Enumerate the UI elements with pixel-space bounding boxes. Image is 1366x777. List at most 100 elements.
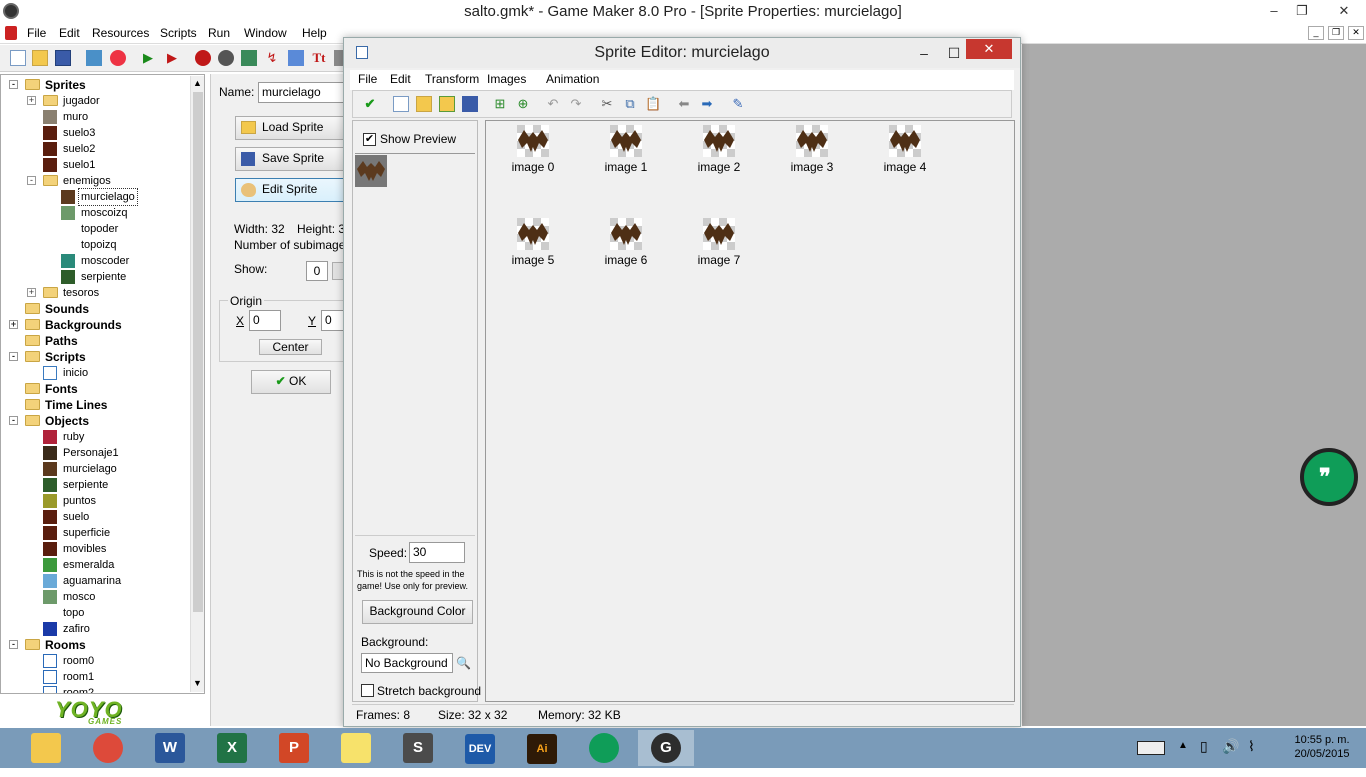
editor-maximize-icon[interactable]: ☐ [944,38,964,68]
editor-minimize-icon[interactable]: ‒ [914,38,934,68]
tree-item-serpiente[interactable]: serpiente [1,269,189,285]
collapse-icon[interactable]: - [9,352,18,361]
editor-menu-animation[interactable]: Animation [546,72,599,86]
tree-item-sprites[interactable]: - Sprites [1,77,189,93]
confirm-check-icon[interactable]: ✔ [362,96,378,112]
tree-item-suelo2[interactable]: suelo2 [1,141,189,157]
add-path-icon[interactable]: ↯ [264,50,280,66]
tree-item-tesoros[interactable]: + tesoros [1,285,189,301]
add-script-icon[interactable] [288,50,304,66]
cut-icon[interactable]: ✂ [599,96,615,112]
system-clock[interactable]: 10:55 p. m. 20/05/2015 [1282,733,1362,761]
taskbar-sublime[interactable]: S [390,730,446,766]
hangouts-bubble-icon[interactable]: ❞ [1300,448,1358,506]
mdi-close-icon[interactable]: ✕ [1348,26,1364,40]
editor-close-button[interactable]: ✕ [966,39,1012,59]
tree-item-rooms[interactable]: - Rooms [1,637,189,653]
copy-icon[interactable]: ⧉ [622,96,638,112]
taskbar-devcpp[interactable]: DEV [452,730,508,766]
taskbar-sticky-notes[interactable] [328,730,384,766]
tree-item-muro[interactable]: muro [1,109,189,125]
add-font-icon[interactable]: Tt [311,50,327,66]
subimage-frame[interactable]: image 7 [684,216,754,276]
network-icon[interactable]: ⌇ [1248,738,1255,755]
taskbar-hangouts[interactable] [576,730,632,766]
add-background-icon[interactable] [241,50,257,66]
add-image-icon[interactable]: ⊞ [492,96,508,112]
tree-item-serpiente[interactable]: serpiente [1,477,189,493]
speed-input[interactable]: 30 [409,542,465,563]
tree-item-puntos[interactable]: puntos [1,493,189,509]
add-sprite-icon[interactable] [195,50,211,66]
save-strip-icon[interactable] [462,96,478,112]
taskbar-illustrator[interactable]: Ai [514,730,570,766]
run-icon[interactable]: ▶ [140,50,156,66]
open-sprite-icon[interactable] [416,96,432,112]
menu-run[interactable]: Run [208,26,230,40]
tree-item-enemigos[interactable]: - enemigos [1,173,189,189]
tree-item-moscoizq[interactable]: moscoizq [1,205,189,221]
collapse-icon[interactable]: - [9,80,18,89]
editor-menu-file[interactable]: File [358,72,377,86]
load-sprite-button[interactable]: Load Sprite [235,116,350,140]
subimage-frame[interactable]: image 6 [591,216,661,276]
stretch-background-checkbox[interactable] [361,684,374,697]
tree-item-suelo1[interactable]: suelo1 [1,157,189,173]
tree-item-sounds[interactable]: Sounds [1,301,189,317]
expand-icon[interactable]: + [27,96,36,105]
tree-item-movibles[interactable]: movibles [1,541,189,557]
open-folder-icon[interactable] [32,50,48,66]
tree-item-room1[interactable]: room1 [1,669,189,685]
maximize-icon[interactable]: ❐ [1290,0,1314,22]
create-executable-icon[interactable] [86,50,102,66]
tree-scrollbar[interactable]: ▲ ▼ [190,76,204,692]
tree-item-fonts[interactable]: Fonts [1,381,189,397]
tree-item-topo[interactable]: topo [1,605,189,621]
redo-icon[interactable]: ↷ [568,96,584,112]
subimage-frame[interactable]: image 5 [498,216,568,276]
browse-background-icon[interactable]: 🔍 [456,656,471,670]
scroll-up-icon[interactable]: ▲ [193,78,202,88]
undo-icon[interactable]: ↶ [545,96,561,112]
gamemaker-icon[interactable] [3,3,19,19]
menu-resources[interactable]: Resources [92,26,149,40]
tree-item-room0[interactable]: room0 [1,653,189,669]
subimage-frame[interactable]: image 3 [777,123,847,183]
ok-button[interactable]: ✔ OK [251,370,331,394]
collapse-icon[interactable]: - [27,176,36,185]
scroll-down-icon[interactable]: ▼ [193,678,202,688]
new-sprite-icon[interactable] [393,96,409,112]
tree-item-room2[interactable]: room2 [1,685,189,693]
add-sound-icon[interactable] [218,50,234,66]
expand-icon[interactable]: + [27,288,36,297]
tree-item-paths[interactable]: Paths [1,333,189,349]
battery-icon[interactable]: ▯ [1200,738,1208,755]
origin-x-input[interactable]: 0 [249,310,281,331]
tree-item-topoizq[interactable]: topoizq [1,237,189,253]
edit-image-icon[interactable]: ✎ [730,96,746,112]
tree-item-suelo3[interactable]: suelo3 [1,125,189,141]
tree-item-murcielago[interactable]: murcielago [1,188,189,206]
taskbar-explorer[interactable] [18,730,74,766]
insert-image-icon[interactable]: ⊕ [515,96,531,112]
tree-item-ruby[interactable]: ruby [1,429,189,445]
add-from-file-icon[interactable] [439,96,455,112]
expand-icon[interactable]: + [9,320,18,329]
minimize-icon[interactable]: ‒ [1262,0,1286,22]
editor-menu-transform[interactable]: Transform [425,72,479,86]
tree-item-scripts[interactable]: - Scripts [1,349,189,365]
taskbar-gamemaker[interactable]: G [638,730,694,766]
show-preview-checkbox[interactable]: ✔ [363,133,376,146]
menu-file[interactable]: File [27,26,46,40]
scroll-thumb[interactable] [193,92,203,612]
close-icon[interactable]: ✕ [1322,0,1366,22]
tree-item-moscoder[interactable]: moscoder [1,253,189,269]
tree-item-zafiro[interactable]: zafiro [1,621,189,637]
taskbar-chrome[interactable] [80,730,136,766]
taskbar-powerpoint[interactable]: P [266,730,322,766]
save-icon[interactable] [55,50,71,66]
tree-item-backgrounds[interactable]: + Backgrounds [1,317,189,333]
tree-item-topoder[interactable]: topoder [1,221,189,237]
subimages-area[interactable]: image 0 image 1 image 2 image 3 image 4 image… [485,120,1015,702]
editor-menu-images[interactable]: Images [487,72,526,86]
